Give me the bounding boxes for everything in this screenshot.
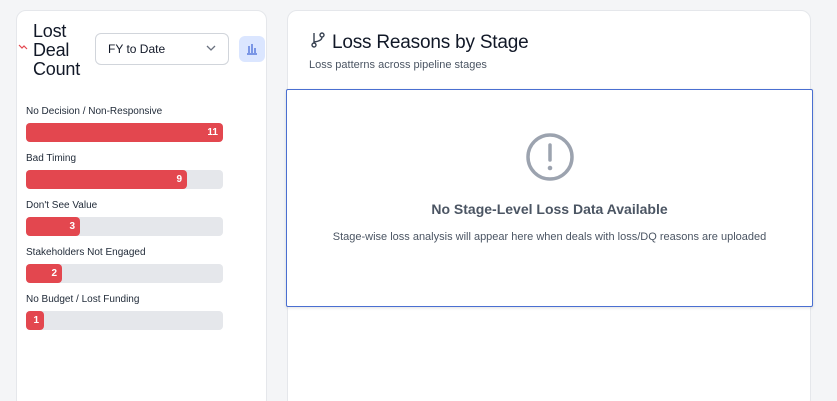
panel-title: Loss Reasons by Stage	[332, 32, 529, 53]
alert-circle-icon	[526, 133, 574, 181]
card-title-line: Deal	[33, 40, 70, 60]
loss-reason-label: No Budget / Lost Funding	[26, 294, 140, 305]
loss-reason-bar-track: 11	[26, 123, 223, 142]
loss-reason-label: No Decision / Non-Responsive	[26, 106, 163, 117]
loss-reason-bar-fill: 3	[26, 217, 80, 236]
loss-reason-item: No Decision / Non-Responsive 11	[26, 106, 223, 153]
loss-reason-bar-track: 3	[26, 217, 223, 236]
loss-reason-count: 9	[176, 174, 182, 185]
trend-down-icon	[18, 44, 28, 50]
loss-reason-item: Don't See Value 3	[26, 200, 223, 247]
loss-reason-count: 2	[51, 268, 57, 279]
card-title-line: Lost	[33, 21, 67, 41]
empty-state-description: Stage-wise loss analysis will appear her…	[332, 231, 767, 243]
loss-reason-label: Stakeholders Not Engaged	[26, 247, 146, 258]
loss-reason-item: Stakeholders Not Engaged 2	[26, 247, 223, 294]
loss-reason-count: 1	[33, 315, 39, 326]
loss-reason-label: Don't See Value	[26, 200, 98, 211]
card-title-line: Count	[33, 59, 81, 79]
loss-reason-item: Bad Timing 9	[26, 153, 223, 200]
empty-state-panel: No Stage-Level Loss Data Available Stage…	[286, 89, 813, 307]
loss-reason-bar-track: 1	[26, 311, 223, 330]
loss-reason-bar-fill: 11	[26, 123, 223, 142]
chart-view-button[interactable]	[239, 36, 265, 62]
loss-reason-bar-track: 2	[26, 264, 223, 283]
loss-reason-count: 3	[69, 221, 75, 232]
period-select-value: FY to Date	[108, 42, 166, 56]
period-select[interactable]: FY to Date	[95, 33, 229, 65]
card-title: Lost Deal Count	[33, 22, 80, 79]
loss-reason-count: 11	[207, 127, 218, 138]
empty-state-title: No Stage-Level Loss Data Available	[431, 201, 668, 217]
loss-reason-item: No Budget / Lost Funding 1	[26, 294, 223, 341]
loss-reason-bar-track: 9	[26, 170, 223, 189]
panel-subtitle: Loss patterns across pipeline stages	[309, 59, 487, 71]
loss-reason-bar-fill: 9	[26, 170, 187, 189]
git-branch-icon	[311, 32, 325, 48]
loss-reason-bar-fill: 1	[26, 311, 44, 330]
loss-reason-bar-fill: 2	[26, 264, 62, 283]
loss-reason-bar-list: No Decision / Non-Responsive 11 Bad Timi…	[26, 106, 223, 341]
chevron-down-icon	[206, 45, 216, 51]
loss-reason-label: Bad Timing	[26, 153, 77, 164]
bar-chart-icon	[247, 44, 257, 55]
